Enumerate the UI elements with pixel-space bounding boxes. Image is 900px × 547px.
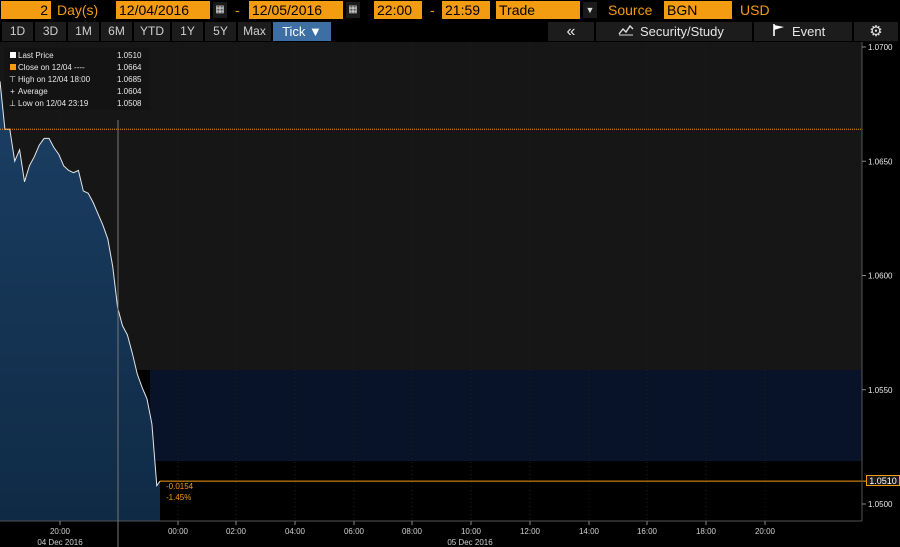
top-toolbar: 2 Day(s) 12/04/2016 ▦ - 12/05/2016 ▦ 22:… [0, 0, 900, 20]
period-count-value: 2 [40, 2, 48, 18]
x-tick-label: 20:00 [50, 527, 71, 536]
security-study-button[interactable]: Security/Study [596, 22, 752, 41]
back-button[interactable]: « [548, 22, 594, 41]
date-label-dec04: 04 Dec 2016 [37, 538, 83, 547]
legend-label: Low on 12/04 23:19 [18, 99, 89, 108]
currency-label: USD [740, 2, 770, 18]
legend-value: 1.0604 [117, 87, 142, 96]
last-price-swatch [10, 52, 16, 58]
tab-ytd[interactable]: YTD [134, 22, 170, 41]
y-tick-label: 1.0550 [868, 386, 893, 395]
y-tick-label: 1.0600 [868, 272, 893, 281]
chevron-down-icon[interactable]: ▼ [583, 2, 597, 18]
legend: Last Price 1.0510 Close on 12/04 ---- 1.… [4, 48, 150, 110]
change-pct-label: -1.45% [166, 493, 191, 502]
x-tick-label: 02:00 [226, 527, 247, 536]
gear-icon[interactable]: ⚙ [854, 22, 898, 41]
legend-label: High on 12/04 18:00 [18, 75, 91, 84]
calendar-icon[interactable]: ▦ [213, 2, 227, 18]
market-field-select[interactable]: Trade [496, 1, 580, 19]
x-tick-label: 06:00 [344, 527, 365, 536]
x-tick-label: 18:00 [696, 527, 717, 536]
close-swatch [10, 64, 16, 70]
legend-value: 1.0664 [117, 63, 142, 72]
legend-value: 1.0508 [117, 99, 142, 108]
legend-high: ⊤ High on 12/04 18:00 1.0685 [4, 74, 150, 85]
end-date-field[interactable]: 12/05/2016 [249, 1, 343, 19]
period-count-field[interactable]: 2 [1, 1, 51, 19]
tab-tick[interactable]: Tick ▼ [273, 22, 331, 41]
x-tick-label: 04:00 [285, 527, 306, 536]
calendar-icon[interactable]: ▦ [346, 2, 360, 18]
tab-5y[interactable]: 5Y [205, 22, 236, 41]
period-unit-label: Day(s) [57, 2, 99, 18]
x-tick-label: 00:00 [168, 527, 189, 536]
security-study-label: Security/Study [640, 24, 724, 39]
legend-value: 1.0685 [117, 75, 142, 84]
chart-line-icon [618, 22, 634, 41]
y-tick-label: 1.0700 [868, 43, 893, 52]
legend-close: Close on 12/04 ---- 1.0664 [4, 62, 150, 73]
tab-3d[interactable]: 3D [35, 22, 66, 41]
source-field[interactable]: BGN [664, 1, 732, 19]
last-price-tag: 1.0510 [866, 475, 900, 486]
tab-1d[interactable]: 1D [2, 22, 33, 41]
event-label: Event [792, 24, 826, 39]
x-tick-label: 12:00 [520, 527, 541, 536]
x-tick-label: 16:00 [637, 527, 658, 536]
legend-last-price: Last Price 1.0510 [4, 50, 150, 61]
x-axis-ticks: 20:00 00:00 02:00 04:00 06:00 08:00 10:00 12:00… [50, 521, 776, 536]
date-separator: - [235, 2, 240, 18]
change-abs-label: -0.0154 [166, 482, 194, 491]
event-button[interactable]: Event [754, 22, 852, 41]
x-tick-label: 10:00 [461, 527, 482, 536]
x-tick-label: 14:00 [579, 527, 600, 536]
flag-icon [772, 22, 786, 41]
price-chart: 1.0700 1.0650 1.0600 1.0550 1.0500 20:00 00:0… [0, 42, 900, 547]
legend-label: Average [18, 87, 48, 96]
tab-1y[interactable]: 1Y [172, 22, 203, 41]
background-band [150, 370, 862, 461]
x-tick-label: 20:00 [755, 527, 776, 536]
legend-label: Close on 12/04 ---- [18, 63, 85, 72]
average-marker-icon: + [10, 87, 15, 96]
source-label: Source [608, 2, 653, 18]
start-date-field[interactable]: 12/04/2016 [116, 1, 210, 19]
legend-low: ⊥ Low on 12/04 23:19 1.0508 [4, 98, 150, 109]
legend-value: 1.0510 [117, 51, 142, 60]
start-time-field[interactable]: 22:00 [374, 1, 422, 19]
low-marker-icon: ⊥ [9, 99, 16, 108]
tab-1m[interactable]: 1M [68, 22, 99, 41]
legend-average: + Average 1.0604 [4, 86, 150, 97]
tab-max[interactable]: Max [238, 22, 271, 41]
date-label-dec05: 05 Dec 2016 [447, 538, 493, 547]
high-marker-icon: ⊤ [9, 75, 16, 84]
end-time-field[interactable]: 21:59 [442, 1, 490, 19]
x-tick-label: 08:00 [402, 527, 423, 536]
y-tick-label: 1.0650 [868, 157, 893, 166]
background-band [862, 42, 900, 521]
legend-label: Last Price [18, 51, 54, 60]
y-tick-label: 1.0500 [868, 500, 893, 509]
tab-6m[interactable]: 6M [101, 22, 132, 41]
range-toolbar: 1D 3D 1M 6M YTD 1Y 5Y Max Tick ▼ « Secur… [0, 21, 900, 42]
time-separator: - [430, 2, 435, 18]
